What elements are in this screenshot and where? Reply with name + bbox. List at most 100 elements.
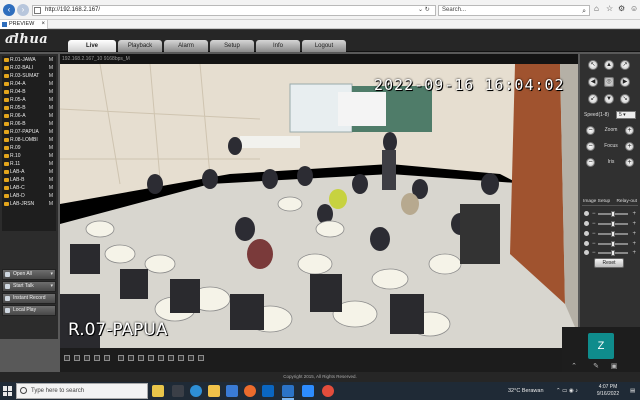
decrease-icon[interactable]: − (592, 249, 596, 257)
channel-item[interactable]: LAB-D M (2, 192, 56, 200)
smiley-icon[interactable]: ☺ (630, 4, 638, 13)
channel-item[interactable]: R.07-PAPUA M (2, 128, 56, 136)
channel-item[interactable]: R.03-SUMAT M (2, 72, 56, 80)
task-view-icon[interactable] (172, 385, 184, 397)
ptz-left-icon[interactable]: ◀ (588, 77, 598, 87)
record-toggle-icon[interactable] (138, 355, 144, 361)
reset-button[interactable]: Reset (594, 258, 624, 268)
main-stream-badge[interactable]: M (49, 192, 53, 200)
file-explorer-icon[interactable] (208, 385, 220, 397)
channel-item[interactable]: R.06-B M (2, 120, 56, 128)
nav-logout[interactable]: Logout (302, 40, 346, 52)
edge-icon[interactable] (190, 385, 202, 397)
ptz-right-icon[interactable]: ▶ (620, 77, 630, 87)
nav-info[interactable]: Info (256, 40, 300, 52)
firefox-icon[interactable] (244, 385, 256, 397)
taskbar-search-input[interactable]: Type here to search (16, 383, 148, 399)
fluency-icon[interactable] (188, 355, 194, 361)
channel-item[interactable]: LAB-A M (2, 168, 56, 176)
slider-knob[interactable] (611, 231, 615, 237)
address-bar[interactable]: http://192.168.2.167/ (32, 5, 436, 16)
store-icon[interactable] (226, 385, 238, 397)
increase-icon[interactable]: + (632, 249, 636, 257)
increase-icon[interactable]: + (632, 230, 636, 238)
star-icon[interactable]: ☆ (606, 4, 613, 13)
channel-item[interactable]: R.11 M (2, 160, 56, 168)
slider-track[interactable] (598, 241, 628, 247)
mic-icon[interactable]: ✎ (592, 363, 600, 371)
zoom-icon[interactable] (158, 355, 164, 361)
ptz-auto-icon[interactable]: ◎ (604, 77, 614, 87)
channel-item[interactable]: R.06-A M (2, 112, 56, 120)
zoom-out-button[interactable]: − (586, 126, 595, 135)
channel-item[interactable]: R.04-A M (2, 80, 56, 88)
iris-plus-button[interactable]: + (625, 158, 634, 167)
main-stream-badge[interactable]: M (49, 56, 53, 64)
refresh-icon[interactable]: ⌄ ↻ (418, 6, 430, 13)
channel-item[interactable]: LAB-C M (2, 184, 56, 192)
zoom-app-icon[interactable] (302, 385, 314, 397)
increase-icon[interactable]: + (632, 210, 636, 218)
fullscreen-icon[interactable] (118, 355, 124, 361)
split-25-icon[interactable] (104, 355, 110, 361)
camera-icon[interactable]: ▣ (610, 363, 618, 371)
close-tab-icon[interactable]: × (41, 20, 45, 29)
ptz-down-left-icon[interactable]: ↙ (588, 94, 598, 104)
search-icon[interactable]: ⌕ (582, 7, 586, 16)
channel-item[interactable]: R.05-B M (2, 104, 56, 112)
increase-icon[interactable]: + (632, 220, 636, 228)
focus-plus-button[interactable]: + (625, 142, 634, 151)
channel-item[interactable]: R.10 M (2, 152, 56, 160)
clock[interactable]: 4:07 PM 9/16/2022 (592, 384, 624, 398)
instant-record-button[interactable]: Instant Record (2, 293, 56, 304)
weather[interactable]: 32°C Berawan (508, 382, 544, 400)
main-stream-badge[interactable]: M (49, 160, 53, 168)
browser-search-input[interactable]: Search... ⌕ (438, 5, 590, 16)
main-stream-badge[interactable]: M (49, 104, 53, 112)
forward-button[interactable]: › (17, 4, 29, 16)
channel-item[interactable]: R.09 M (2, 144, 56, 152)
channel-item[interactable]: R.04-B M (2, 88, 56, 96)
slider-knob[interactable] (611, 241, 615, 247)
main-stream-badge[interactable]: M (49, 88, 53, 96)
split-4-icon[interactable] (74, 355, 80, 361)
main-stream-badge[interactable]: M (49, 144, 53, 152)
back-button[interactable]: ‹ (3, 4, 15, 16)
main-stream-badge[interactable]: M (49, 176, 53, 184)
main-stream-badge[interactable]: M (49, 72, 53, 80)
main-stream-badge[interactable]: M (49, 168, 53, 176)
decrease-icon[interactable]: − (592, 210, 596, 218)
channel-item[interactable]: R.05-A M (2, 96, 56, 104)
ptz-up-right-icon[interactable]: ↗ (620, 60, 630, 70)
tab-relay-out[interactable]: Relay-out (616, 198, 637, 206)
tray-icons[interactable]: ⌃ ▭ ◉ ♪ (556, 382, 578, 400)
nav-setup[interactable]: Setup (210, 40, 254, 52)
slider-knob[interactable] (611, 250, 615, 256)
ptz-down-icon[interactable]: ▼ (604, 94, 614, 104)
chevron-down-icon[interactable]: ▾ (50, 270, 53, 279)
close-all-icon[interactable] (198, 355, 204, 361)
nav-live[interactable]: Live (68, 40, 116, 52)
chrome-icon[interactable] (322, 385, 334, 397)
expand-icon[interactable]: ⌃ (570, 363, 578, 371)
channel-item[interactable]: LAB-JRSN M (2, 200, 56, 208)
widgets-icon[interactable] (152, 385, 164, 397)
nav-alarm[interactable]: Alarm (164, 40, 208, 52)
open-all-button[interactable]: Open All ▾ (2, 269, 56, 280)
windows-start-icon[interactable] (3, 386, 13, 396)
split-1-icon[interactable] (64, 355, 70, 361)
channel-item[interactable]: LAB-B M (2, 176, 56, 184)
speed-select[interactable]: 5 ▾ (616, 111, 636, 119)
ie-icon[interactable] (282, 385, 294, 397)
increase-icon[interactable]: + (632, 240, 636, 248)
stream-icon[interactable] (168, 355, 174, 361)
participant-avatar[interactable]: Z (588, 333, 614, 359)
split-9-icon[interactable] (84, 355, 90, 361)
slider-knob[interactable] (611, 211, 615, 217)
main-stream-badge[interactable]: M (49, 136, 53, 144)
main-stream-badge[interactable]: M (49, 200, 53, 208)
main-stream-badge[interactable]: M (49, 120, 53, 128)
main-stream-badge[interactable]: M (49, 128, 53, 136)
ratio-icon[interactable] (178, 355, 184, 361)
gear-icon[interactable]: ⚙ (618, 4, 625, 13)
